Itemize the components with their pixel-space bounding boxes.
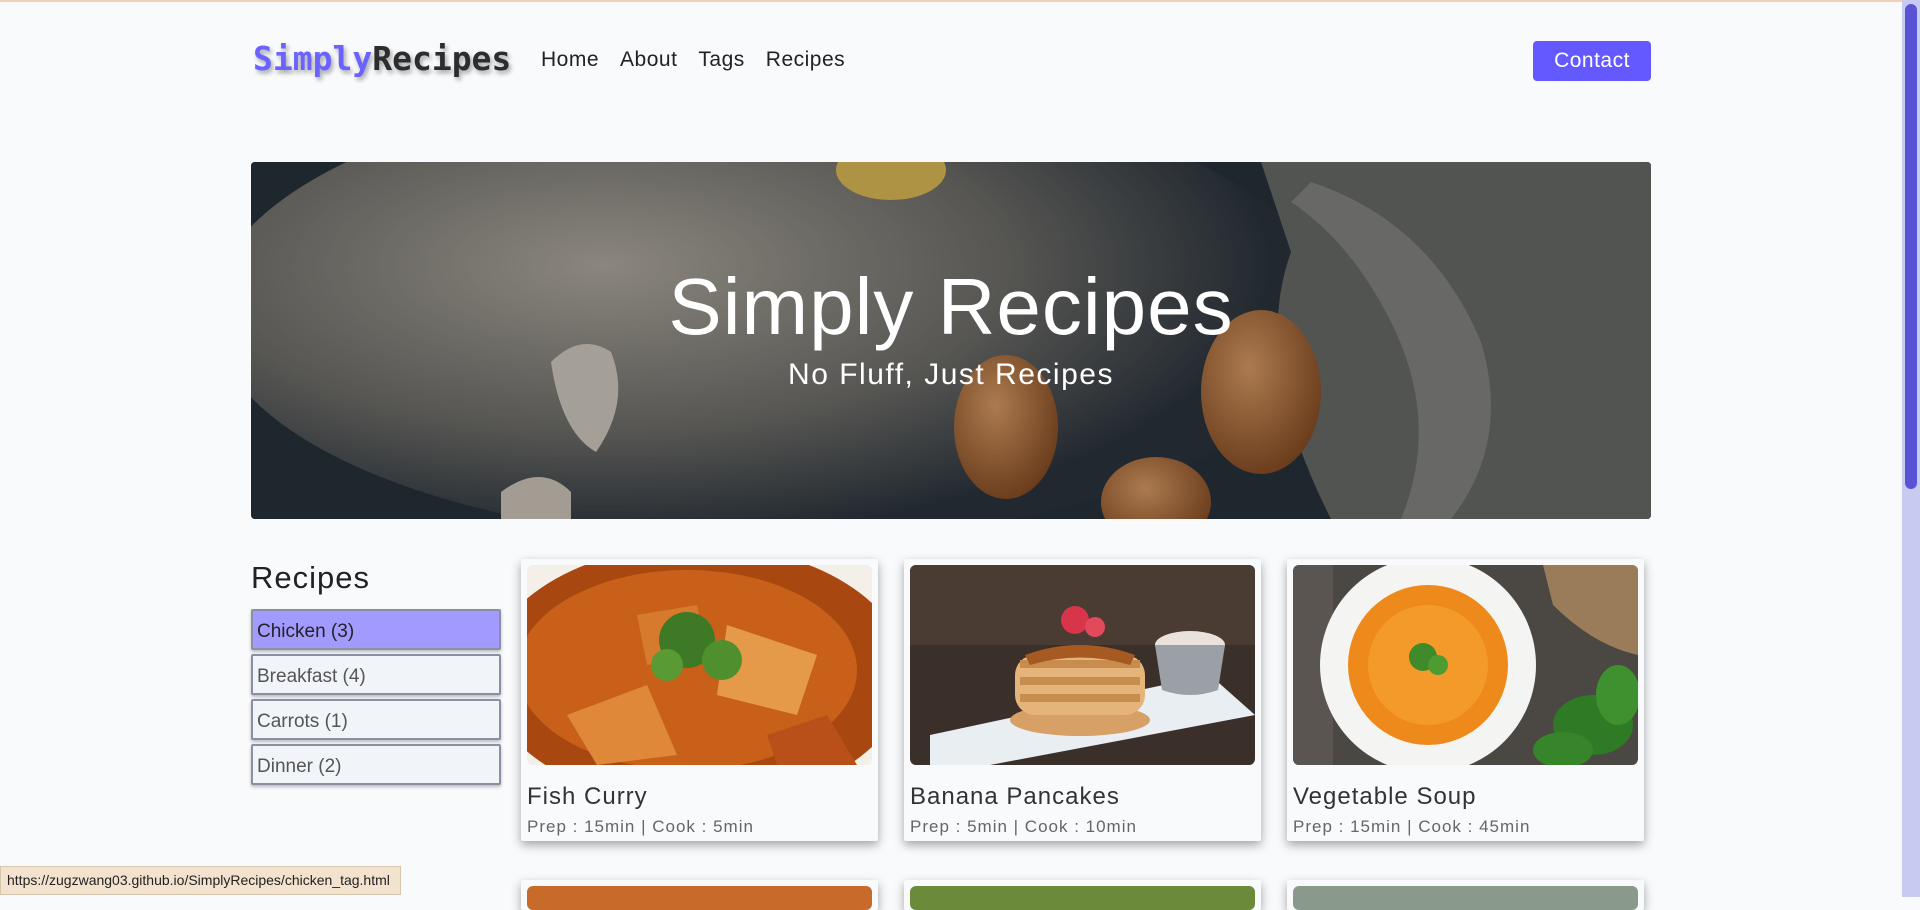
pancakes-image[interactable] <box>910 565 1255 765</box>
nav-home[interactable]: Home <box>541 48 599 72</box>
scrollbar[interactable] <box>1902 0 1920 897</box>
navbar: SimplyRecipes Home About Tags Recipes Co… <box>251 38 1651 86</box>
recipe-card-partial[interactable] <box>904 880 1261 910</box>
recipe-card[interactable]: Fish Curry Prep : 15min | Cook : 5min <box>521 559 878 841</box>
recipe-image-partial[interactable] <box>527 886 872 910</box>
recipe-name[interactable]: Fish Curry <box>527 783 648 811</box>
hero-banner: Simply Recipes No Fluff, Just Recipes <box>251 162 1651 519</box>
status-url: https://zugzwang03.github.io/SimplyRecip… <box>0 866 401 895</box>
recipe-image-partial[interactable] <box>1293 886 1638 910</box>
recipe-card[interactable]: Vegetable Soup Prep : 15min | Cook : 45m… <box>1287 559 1644 841</box>
hero-title: Simply Recipes <box>668 262 1234 351</box>
recipe-name[interactable]: Banana Pancakes <box>910 783 1120 811</box>
recipe-card-partial[interactable] <box>521 880 878 910</box>
recipe-card[interactable]: Banana Pancakes Prep : 5min | Cook : 10m… <box>904 559 1261 841</box>
tag-chicken[interactable]: Chicken (3) <box>251 609 501 650</box>
recipe-name[interactable]: Vegetable Soup <box>1293 783 1477 811</box>
recipe-meta: Prep : 15min | Cook : 5min <box>527 817 754 836</box>
contact-button[interactable]: Contact <box>1533 41 1651 81</box>
nav-about[interactable]: About <box>620 48 677 72</box>
vegetable-soup-image[interactable] <box>1293 565 1638 765</box>
recipe-card-partial[interactable] <box>1287 880 1644 910</box>
scrollbar-thumb[interactable] <box>1905 4 1917 489</box>
recipe-meta: Prep : 15min | Cook : 45min <box>1293 817 1531 836</box>
nav-recipes[interactable]: Recipes <box>766 48 845 72</box>
fish-curry-image[interactable] <box>527 565 872 765</box>
logo-simply: Simply <box>253 39 373 78</box>
hero-subtitle: No Fluff, Just Recipes <box>788 358 1114 391</box>
tag-breakfast[interactable]: Breakfast (4) <box>251 654 501 695</box>
logo-recipes: Recipes <box>372 39 512 78</box>
recipe-meta: Prep : 5min | Cook : 10min <box>910 817 1137 836</box>
top-border <box>0 0 1920 2</box>
tag-dinner[interactable]: Dinner (2) <box>251 744 501 785</box>
nav-tags[interactable]: Tags <box>698 48 744 72</box>
recipe-image-partial[interactable] <box>910 886 1255 910</box>
tag-carrots[interactable]: Carrots (1) <box>251 699 501 740</box>
sidebar-title: Recipes <box>251 560 370 595</box>
nav-links: Home About Tags Recipes <box>541 48 845 72</box>
logo[interactable]: SimplyRecipes <box>253 38 511 80</box>
tag-list: Chicken (3) Breakfast (4) Carrots (1) Di… <box>251 609 501 789</box>
